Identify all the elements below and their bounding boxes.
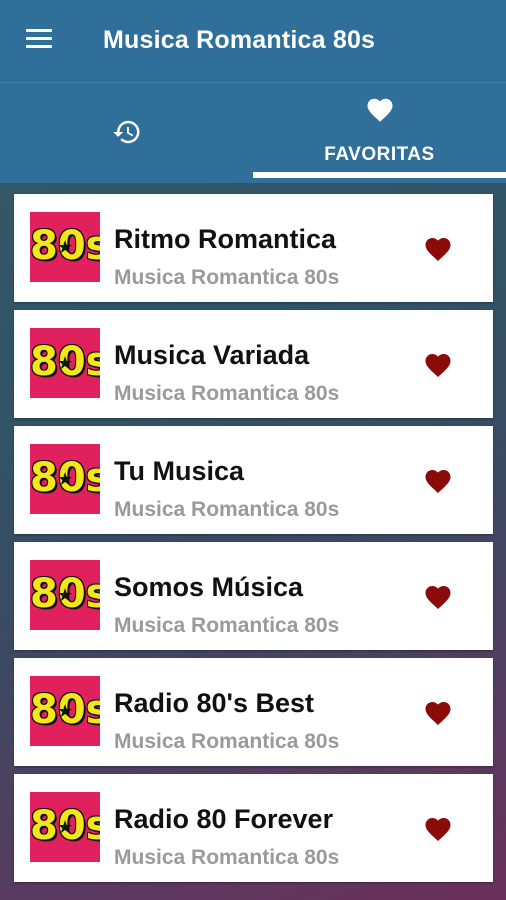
favorite-heart-icon[interactable] [423,814,453,842]
station-logo: 80s ★ [30,444,100,514]
station-subtitle: Musica Romantica 80s [114,498,340,521]
list-item[interactable]: 80s ★ Radio 80 Forever Musica Romantica … [14,774,493,882]
station-subtitle: Musica Romantica 80s [114,266,340,289]
favorite-heart-icon[interactable] [423,466,453,494]
tab-favoritas[interactable]: FAVORITAS [253,83,506,183]
tab-favoritas-label: FAVORITAS [324,144,435,165]
station-subtitle: Musica Romantica 80s [114,730,340,753]
list-item[interactable]: 80s ★ Tu Musica Musica Romantica 80s [14,426,493,534]
list-item[interactable]: 80s ★ Radio 80's Best Musica Romantica 8… [14,658,493,766]
station-logo: 80s ★ [30,676,100,746]
star-icon: ★ [57,353,74,373]
tab-selected-indicator [253,172,506,178]
station-name: Radio 80's Best [114,688,314,718]
favorite-heart-icon[interactable] [423,582,453,610]
station-name: Ritmo Romantica [114,224,337,254]
star-icon: ★ [57,701,74,721]
history-icon [113,120,140,144]
heart-icon [367,98,393,122]
favorite-heart-icon[interactable] [423,234,453,262]
star-icon: ★ [57,469,74,489]
station-name: Somos Música [114,572,304,602]
favorite-heart-icon[interactable] [423,350,453,378]
tab-bar: FAVORITAS [0,82,506,183]
app-title: Musica Romantica 80s [103,26,376,54]
station-subtitle: Musica Romantica 80s [114,382,340,405]
station-name: Musica Variada [114,340,310,370]
list-item[interactable]: 80s ★ Ritmo Romantica Musica Romantica 8… [14,194,493,302]
star-icon: ★ [57,817,74,837]
list-item[interactable]: 80s ★ Musica Variada Musica Romantica 80… [14,310,493,418]
station-logo: 80s ★ [30,792,100,862]
list-item[interactable]: 80s ★ Somos Música Musica Romantica 80s [14,542,493,650]
station-subtitle: Musica Romantica 80s [114,846,340,869]
favorite-heart-icon[interactable] [423,698,453,726]
app-bar: Musica Romantica 80s [0,0,506,82]
station-logo: 80s ★ [30,212,100,282]
station-subtitle: Musica Romantica 80s [114,614,340,637]
station-name: Radio 80 Forever [114,804,334,834]
tab-history[interactable] [0,83,253,183]
station-logo: 80s ★ [30,328,100,398]
star-icon: ★ [57,237,74,257]
star-icon: ★ [57,585,74,605]
station-logo: 80s ★ [30,560,100,630]
station-name: Tu Musica [114,456,245,486]
menu-icon[interactable] [26,29,54,51]
